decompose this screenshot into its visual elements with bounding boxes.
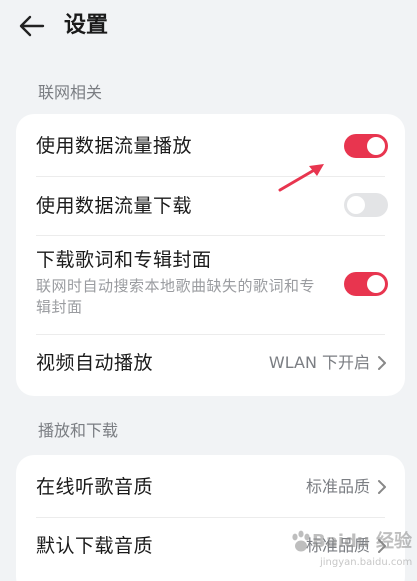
paw-logo-icon <box>292 530 310 552</box>
setting-title: 视频自动播放 <box>36 352 154 374</box>
page-title: 设置 <box>64 13 109 38</box>
toggle-knob <box>367 275 385 293</box>
setting-row-mobile-data-play[interactable]: 使用数据流量播放 <box>36 114 388 176</box>
network-settings-card: 使用数据流量播放 使用数据流量下载 下载歌词和专辑封面 联网时自动搜索本地歌曲缺… <box>16 114 405 396</box>
setting-value: 标准品质 <box>305 477 370 496</box>
watermark-subtext: jingyan.baidu.com <box>320 557 413 568</box>
setting-row-online-quality[interactable]: 在线听歌音质 标准品质 <box>36 455 388 517</box>
toggle-knob <box>367 137 385 155</box>
setting-row-mobile-data-download[interactable]: 使用数据流量下载 <box>36 177 388 235</box>
arrow-left-icon <box>19 15 45 37</box>
baidu-jingyan-watermark: Baidu 经验 jingyan.baidu.com <box>290 522 415 578</box>
setting-title: 默认下载音质 <box>36 535 154 557</box>
setting-title: 使用数据流量播放 <box>36 135 193 157</box>
toggle-knob <box>347 196 365 214</box>
section-label-network: 联网相关 <box>38 83 103 102</box>
back-button[interactable] <box>14 10 50 42</box>
mobile-data-download-toggle[interactable] <box>344 193 388 217</box>
chevron-right-icon <box>376 351 388 375</box>
chevron-right-icon <box>376 475 388 499</box>
mobile-data-play-toggle[interactable] <box>344 134 388 158</box>
setting-subtitle: 联网时自动搜索本地歌曲缺失的歌词和专辑封面 <box>36 277 316 316</box>
setting-row-download-lyrics-cover[interactable]: 下载歌词和专辑封面 联网时自动搜索本地歌曲缺失的歌词和专辑封面 <box>36 236 388 334</box>
setting-row-video-autoplay[interactable]: 视频自动播放 WLAN 下开启 <box>36 335 388 393</box>
section-label-play-download: 播放和下载 <box>38 421 119 440</box>
setting-value: WLAN 下开启 <box>268 353 370 372</box>
download-lyrics-cover-toggle[interactable] <box>344 272 388 296</box>
top-bar: 设置 <box>0 0 417 56</box>
setting-title: 下载歌词和专辑封面 <box>36 249 212 271</box>
setting-title: 在线听歌音质 <box>36 476 154 498</box>
annotation-arrow-icon <box>278 164 324 192</box>
watermark-text: Baidu 经验 <box>312 531 413 552</box>
setting-title: 使用数据流量下载 <box>36 195 193 217</box>
